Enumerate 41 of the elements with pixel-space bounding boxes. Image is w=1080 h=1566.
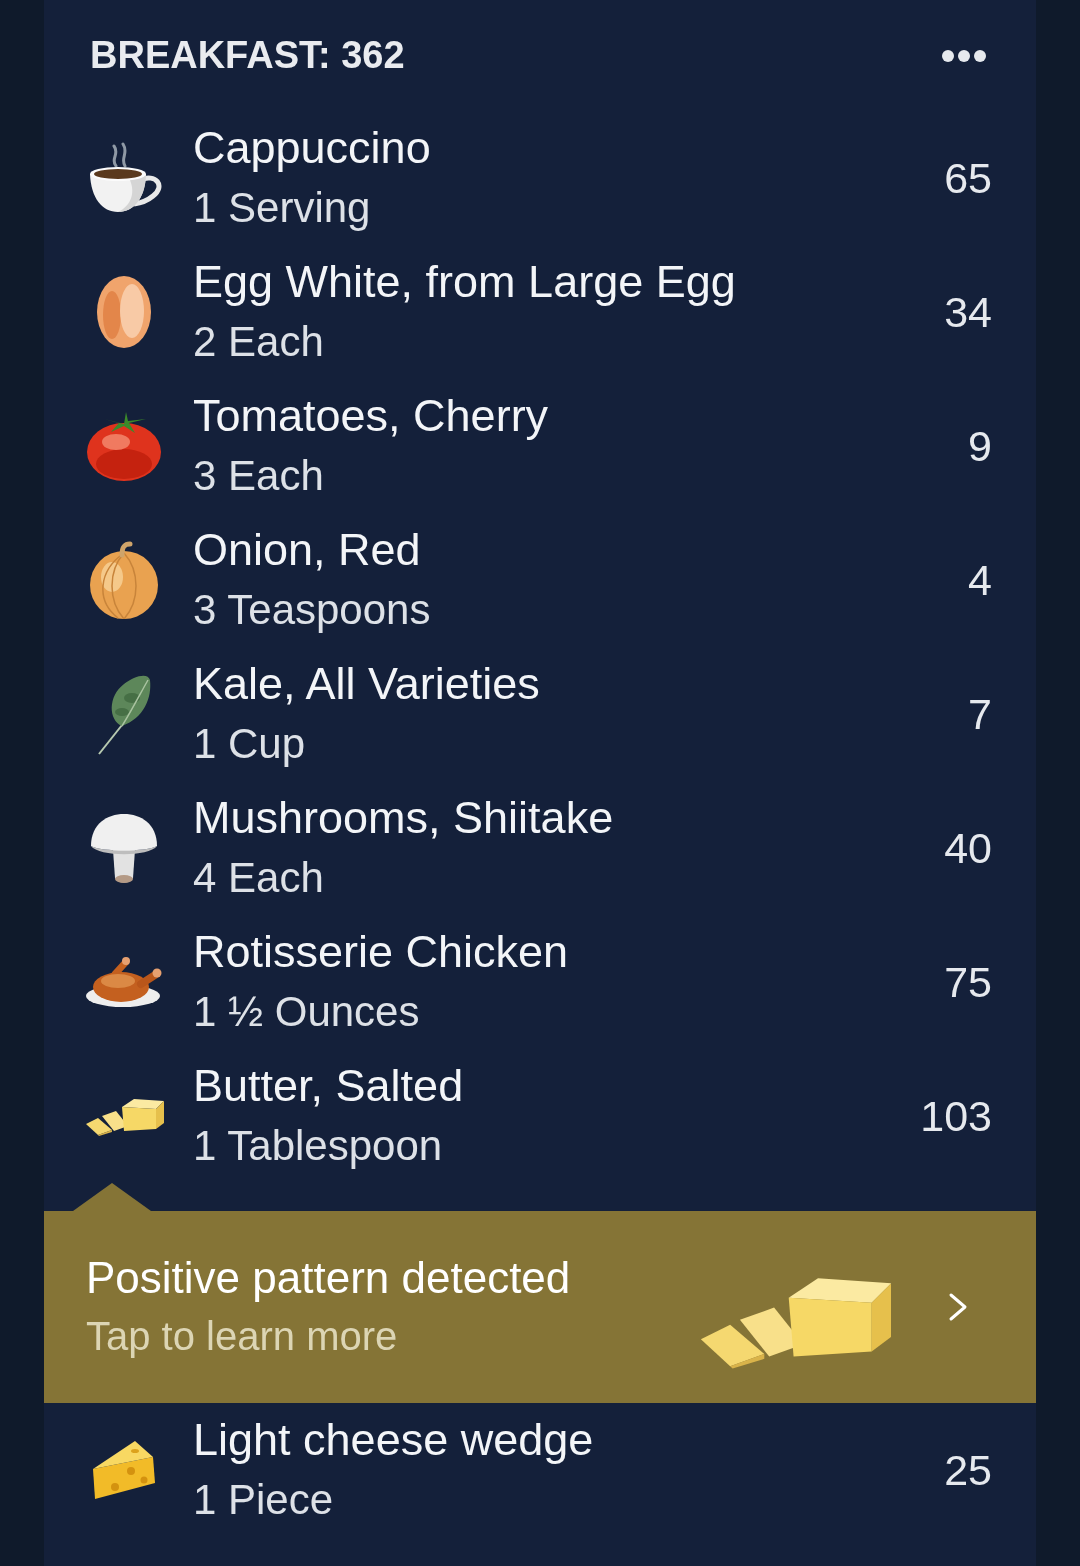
food-name: Cappuccino xyxy=(193,121,431,175)
food-name: Tomatoes, Cherry xyxy=(193,389,549,443)
callout-pointer-icon xyxy=(73,1183,151,1211)
serving-size: 3 Teaspoons xyxy=(193,585,431,635)
banner-title: Positive pattern detected xyxy=(86,1252,571,1304)
banner-subtitle: Tap to learn more xyxy=(86,1313,398,1360)
serving-size: 1 Cup xyxy=(193,719,306,769)
food-name: Light cheese wedge xyxy=(193,1413,594,1467)
food-name: Onion, Red xyxy=(193,523,421,577)
food-name: Mushrooms, Shiitake xyxy=(193,791,614,845)
serving-size: 1 Piece xyxy=(193,1475,334,1525)
onion-icon xyxy=(88,541,160,619)
serving-size: 2 Each xyxy=(193,317,324,367)
serving-size: 1 Serving xyxy=(193,183,371,233)
calorie-count: 40 xyxy=(944,823,992,873)
calorie-count: 65 xyxy=(944,153,992,203)
insight-banner[interactable]: Positive pattern detected Tap to learn more xyxy=(44,1211,1036,1403)
butter-icon xyxy=(84,1096,164,1136)
roast-chicken-icon xyxy=(85,956,163,1008)
more-options-button[interactable] xyxy=(942,49,986,62)
calorie-count: 34 xyxy=(944,287,992,337)
meal-title: BREAKFAST: 362 xyxy=(90,34,405,77)
calorie-count: 7 xyxy=(968,689,992,739)
serving-size: 1 Tablespoon xyxy=(193,1121,443,1171)
food-name: Kale, All Varieties xyxy=(193,657,540,711)
serving-size: 4 Each xyxy=(193,853,324,903)
serving-size: 1 ½ Ounces xyxy=(193,987,420,1037)
calorie-count: 9 xyxy=(968,421,992,471)
mushroom-icon xyxy=(89,812,159,884)
food-name: Egg White, from Large Egg xyxy=(193,255,736,309)
chevron-right-icon xyxy=(948,1292,968,1322)
calorie-count: 4 xyxy=(968,555,992,605)
calorie-count: 25 xyxy=(944,1445,992,1495)
food-name: Butter, Salted xyxy=(193,1059,464,1113)
calorie-count: 75 xyxy=(944,957,992,1007)
calorie-count: 103 xyxy=(920,1091,992,1141)
egg-icon xyxy=(96,275,152,349)
cheese-wedge-icon xyxy=(91,1439,157,1501)
food-name: Rotisserie Chicken xyxy=(193,925,569,979)
more-icon xyxy=(942,49,986,62)
serving-size: 3 Each xyxy=(193,451,324,501)
